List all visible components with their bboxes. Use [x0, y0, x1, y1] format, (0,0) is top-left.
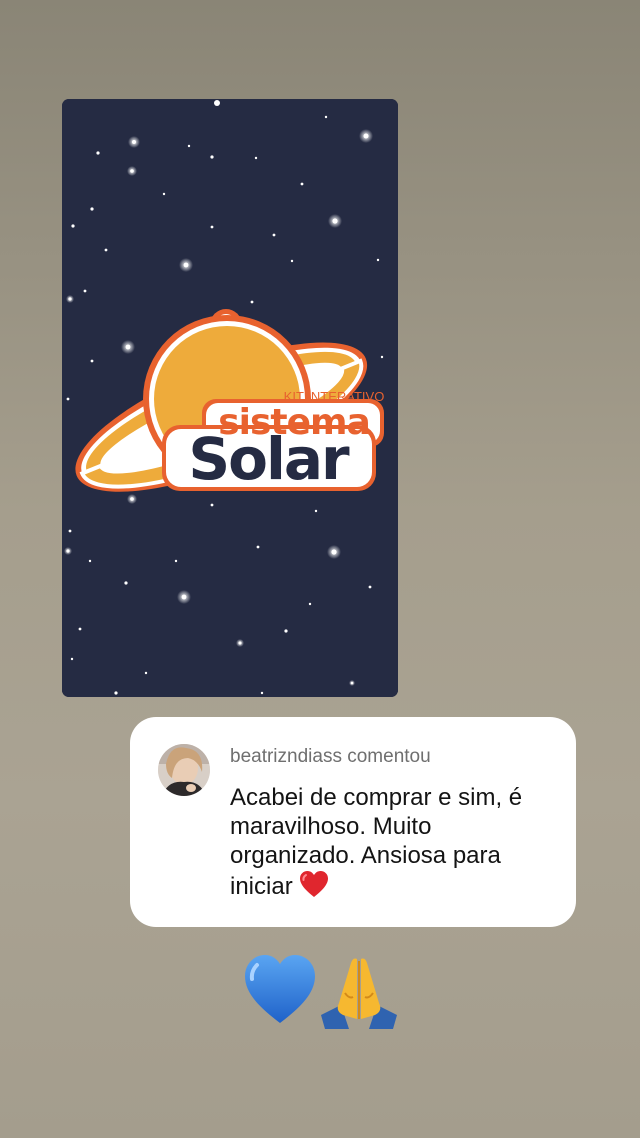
comment-header: beatrizndiass comentou	[230, 746, 431, 768]
avatar[interactable]	[158, 744, 210, 796]
blue-heart-icon	[243, 953, 317, 1030]
user-photo	[158, 744, 210, 796]
comment-sticker[interactable]: beatrizndiass comentou Acabei de comprar…	[130, 717, 576, 927]
comment-username[interactable]: beatrizndiass	[230, 746, 342, 767]
logo-word-solar: Solar	[188, 425, 350, 493]
folded-hands-icon	[319, 953, 399, 1036]
comment-text: Acabei de comprar e sim, é maravilhoso. …	[230, 784, 523, 900]
comment-action: comentou	[347, 746, 431, 767]
red-heart-icon	[299, 870, 329, 905]
story-media[interactable]: KIT INTERATIVO sistema Solar	[62, 99, 398, 697]
comment-body: Acabei de comprar e sim, é maravilhoso. …	[230, 783, 550, 905]
reaction-emojis	[243, 953, 403, 1033]
starfield-background: KIT INTERATIVO sistema Solar	[62, 99, 398, 697]
